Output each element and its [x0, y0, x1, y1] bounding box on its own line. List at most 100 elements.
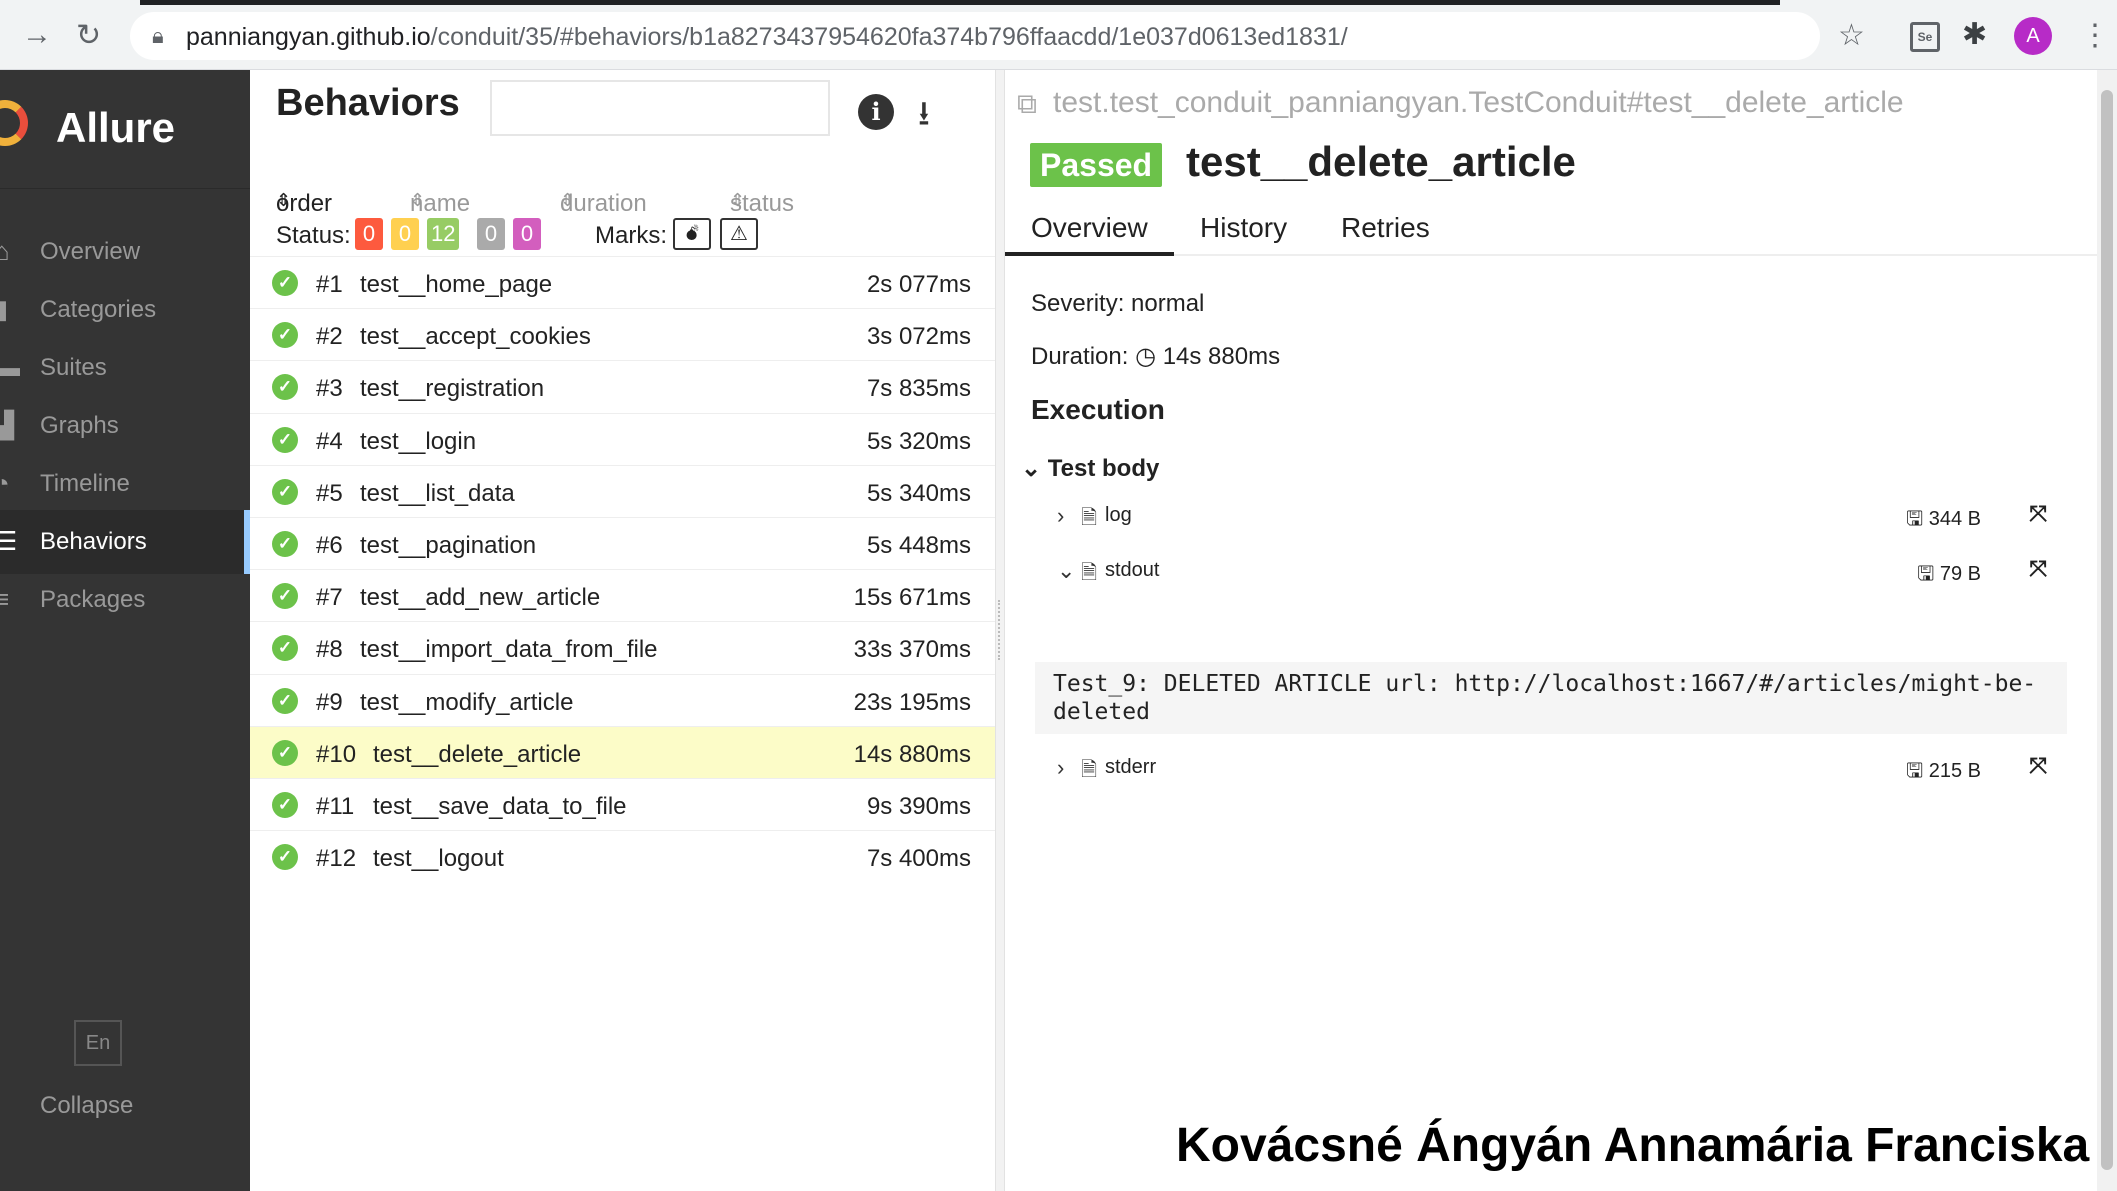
- row-number: #3: [316, 375, 343, 403]
- flag-icon: ▮: [0, 294, 9, 324]
- behaviors-pane: Behaviors i ⭳ order ⇕ name ⇕ duration ⇕ …: [250, 70, 995, 1191]
- tab-retries[interactable]: Retries: [1341, 212, 1430, 244]
- save-icon: 🖫︎: [1906, 508, 1924, 530]
- sidebar-item-graphs[interactable]: ▟ Graphs: [0, 394, 250, 458]
- language-switch[interactable]: En: [74, 1020, 122, 1066]
- row-duration: 5s 320ms: [866, 427, 971, 455]
- tab-strip: [140, 0, 1780, 5]
- row-duration: 5s 340ms: [866, 479, 971, 507]
- marks-label: Marks:: [595, 222, 667, 249]
- divider: [0, 188, 250, 189]
- passed-check-icon: ✓: [272, 426, 298, 453]
- attachment-stderr[interactable]: › 🗎︎ stderr 🖫︎ 215 B ⤧: [1005, 749, 2097, 789]
- sidebar-item-suites[interactable]: ▬ Suites: [0, 336, 250, 400]
- file-icon: 🗎︎: [1081, 507, 1098, 529]
- row-number: #11: [316, 792, 355, 820]
- url-text[interactable]: panniangyan.github.io/conduit/35/#behavi…: [186, 23, 1348, 52]
- save-icon: 🖫︎: [1917, 563, 1935, 585]
- row-number: #2: [316, 323, 343, 351]
- row-number: #1: [316, 271, 343, 298]
- table-row[interactable]: ✓ #4 test__login 5s 320ms: [250, 412, 995, 465]
- sidebar-item-overview[interactable]: ⌂ Overview: [0, 220, 250, 284]
- sidebar-item-label: Graphs: [40, 412, 119, 439]
- duration-value: 14s 880ms: [1162, 343, 1281, 370]
- forward-icon[interactable]: →: [22, 18, 52, 52]
- sidebar-item-timeline[interactable]: ◔ Timeline: [0, 452, 250, 516]
- attachment-name: log: [1105, 504, 1132, 526]
- attachment-stdout[interactable]: ⌄ 🗎︎ stdout 🖫︎ 79 B ⤧: [1005, 552, 2097, 592]
- duration-text: Duration: ◷ 14s 880ms: [1031, 342, 1280, 371]
- info-icon[interactable]: i: [858, 94, 894, 130]
- sidebar-item-categories[interactable]: ▮ Categories: [0, 278, 250, 342]
- sort-arrows-icon: ⇕: [730, 190, 746, 210]
- sort-arrows-icon: ⇕: [560, 190, 576, 210]
- status-failed-badge[interactable]: 0: [355, 218, 383, 250]
- sort-arrows-icon: ⇕: [276, 190, 292, 210]
- table-row[interactable]: ✓ #3 test__registration 7s 835ms: [250, 360, 995, 412]
- row-duration: 33s 370ms: [853, 636, 971, 664]
- row-duration: 9s 390ms: [866, 792, 971, 820]
- table-row[interactable]: ✓ #8 test__import_data_from_file 33s 370ms: [250, 621, 995, 673]
- sidebar-item-packages[interactable]: ≡ Packages: [0, 568, 250, 632]
- attachment-size: 🖫︎ 215 B: [1906, 760, 1981, 782]
- sidebar-item-label: Packages: [40, 586, 146, 613]
- row-number: #12: [316, 845, 357, 873]
- sort-arrows-icon: ⇕: [410, 190, 426, 210]
- sidebar-item-label: Timeline: [40, 470, 130, 497]
- search-input[interactable]: [490, 80, 830, 136]
- browser-menu-icon[interactable]: ⋮: [2080, 18, 2110, 53]
- status-skipped-badge[interactable]: 0: [477, 218, 505, 250]
- bookmark-star-icon[interactable]: ☆: [1838, 18, 1865, 53]
- expand-icon[interactable]: ⤧: [2029, 556, 2047, 582]
- chevron-down-icon: ⌄: [1057, 558, 1076, 583]
- table-row[interactable]: ✓ #7 test__add_new_article 15s 671ms: [250, 569, 995, 621]
- expand-icon[interactable]: ⤧: [2029, 501, 2047, 527]
- table-row[interactable]: ✓ #1 test__home_page 2s 077ms: [250, 256, 995, 308]
- sidebar-item-label: Categories: [40, 296, 157, 323]
- address-bar[interactable]: 🔒︎ panniangyan.github.io/conduit/35/#beh…: [130, 12, 1820, 60]
- status-passed-badge[interactable]: 12: [427, 218, 460, 250]
- tree-icon: ≡: [0, 584, 10, 614]
- attachment-log[interactable]: › 🗎︎ log 🖫︎ 344 B ⤧: [1005, 497, 2097, 537]
- status-unknown-badge[interactable]: 0: [513, 218, 541, 250]
- extensions-puzzle-icon[interactable]: ✱: [1962, 17, 1987, 52]
- tab-history[interactable]: History: [1200, 212, 1287, 244]
- table-row[interactable]: ✓ #11 test__save_data_to_file 9s 390ms: [250, 777, 995, 830]
- test-body-toggle[interactable]: ⌄ Test body: [1021, 454, 1159, 483]
- tab-overview[interactable]: Overview: [1005, 212, 1174, 256]
- stdout-line: deleted: [1053, 699, 1150, 725]
- table-row[interactable]: ✓ #6 test__pagination 5s 448ms: [250, 516, 995, 569]
- passed-check-icon: ✓: [272, 374, 298, 401]
- lock-icon[interactable]: 🔒︎: [152, 23, 164, 49]
- briefcase-icon: ▬: [0, 352, 20, 382]
- copy-icon[interactable]: ⧉: [1017, 88, 1037, 121]
- selenium-extension-icon[interactable]: Se: [1910, 22, 1940, 52]
- status-filter-bar: Status: 0 0 12 0 0 Marks: 💣︎ ⚠︎: [250, 212, 995, 256]
- table-row[interactable]: ✓ #12 test__logout 7s 400ms: [250, 830, 995, 882]
- test-body-label: Test body: [1047, 455, 1160, 482]
- sort-bar: order ⇕ name ⇕ duration ⇕ status ⇕: [276, 190, 795, 217]
- row-duration: 5s 448ms: [866, 531, 971, 559]
- scrollbar-thumb[interactable]: [2101, 90, 2113, 1170]
- splitter-grip-icon[interactable]: [998, 600, 1002, 660]
- warning-icon[interactable]: ⚠︎: [720, 218, 758, 250]
- download-icon[interactable]: ⭳: [918, 90, 930, 147]
- passed-check-icon: ✓: [272, 322, 298, 349]
- row-number: #10: [316, 740, 357, 768]
- collapse-button[interactable]: Collapse: [40, 1092, 133, 1120]
- clock-icon: ◷: [1135, 343, 1157, 370]
- reload-icon[interactable]: ↻: [76, 18, 101, 53]
- sidebar-item-behaviors[interactable]: ☰ Behaviors: [0, 510, 250, 574]
- flaky-bomb-icon[interactable]: 💣︎: [673, 218, 711, 250]
- table-row[interactable]: ✓ #2 test__accept_cookies 3s 072ms: [250, 308, 995, 360]
- expand-icon[interactable]: ⤧: [2029, 753, 2047, 779]
- table-row[interactable]: ✓ #9 test__modify_article 23s 195ms: [250, 673, 995, 726]
- author-caption: Kovácsné Ángyán Annamária Franciska: [1176, 1119, 2090, 1172]
- status-badge: Passed: [1030, 143, 1163, 187]
- attachment-name: stdout: [1105, 559, 1160, 581]
- table-row-selected[interactable]: ✓ #10 test__delete_article 14s 880ms: [250, 725, 995, 778]
- table-row[interactable]: ✓ #5 test__list_data 5s 340ms: [250, 464, 995, 517]
- profile-avatar[interactable]: A: [2014, 17, 2052, 55]
- status-broken-badge[interactable]: 0: [391, 218, 419, 250]
- allure-logo: [0, 100, 28, 146]
